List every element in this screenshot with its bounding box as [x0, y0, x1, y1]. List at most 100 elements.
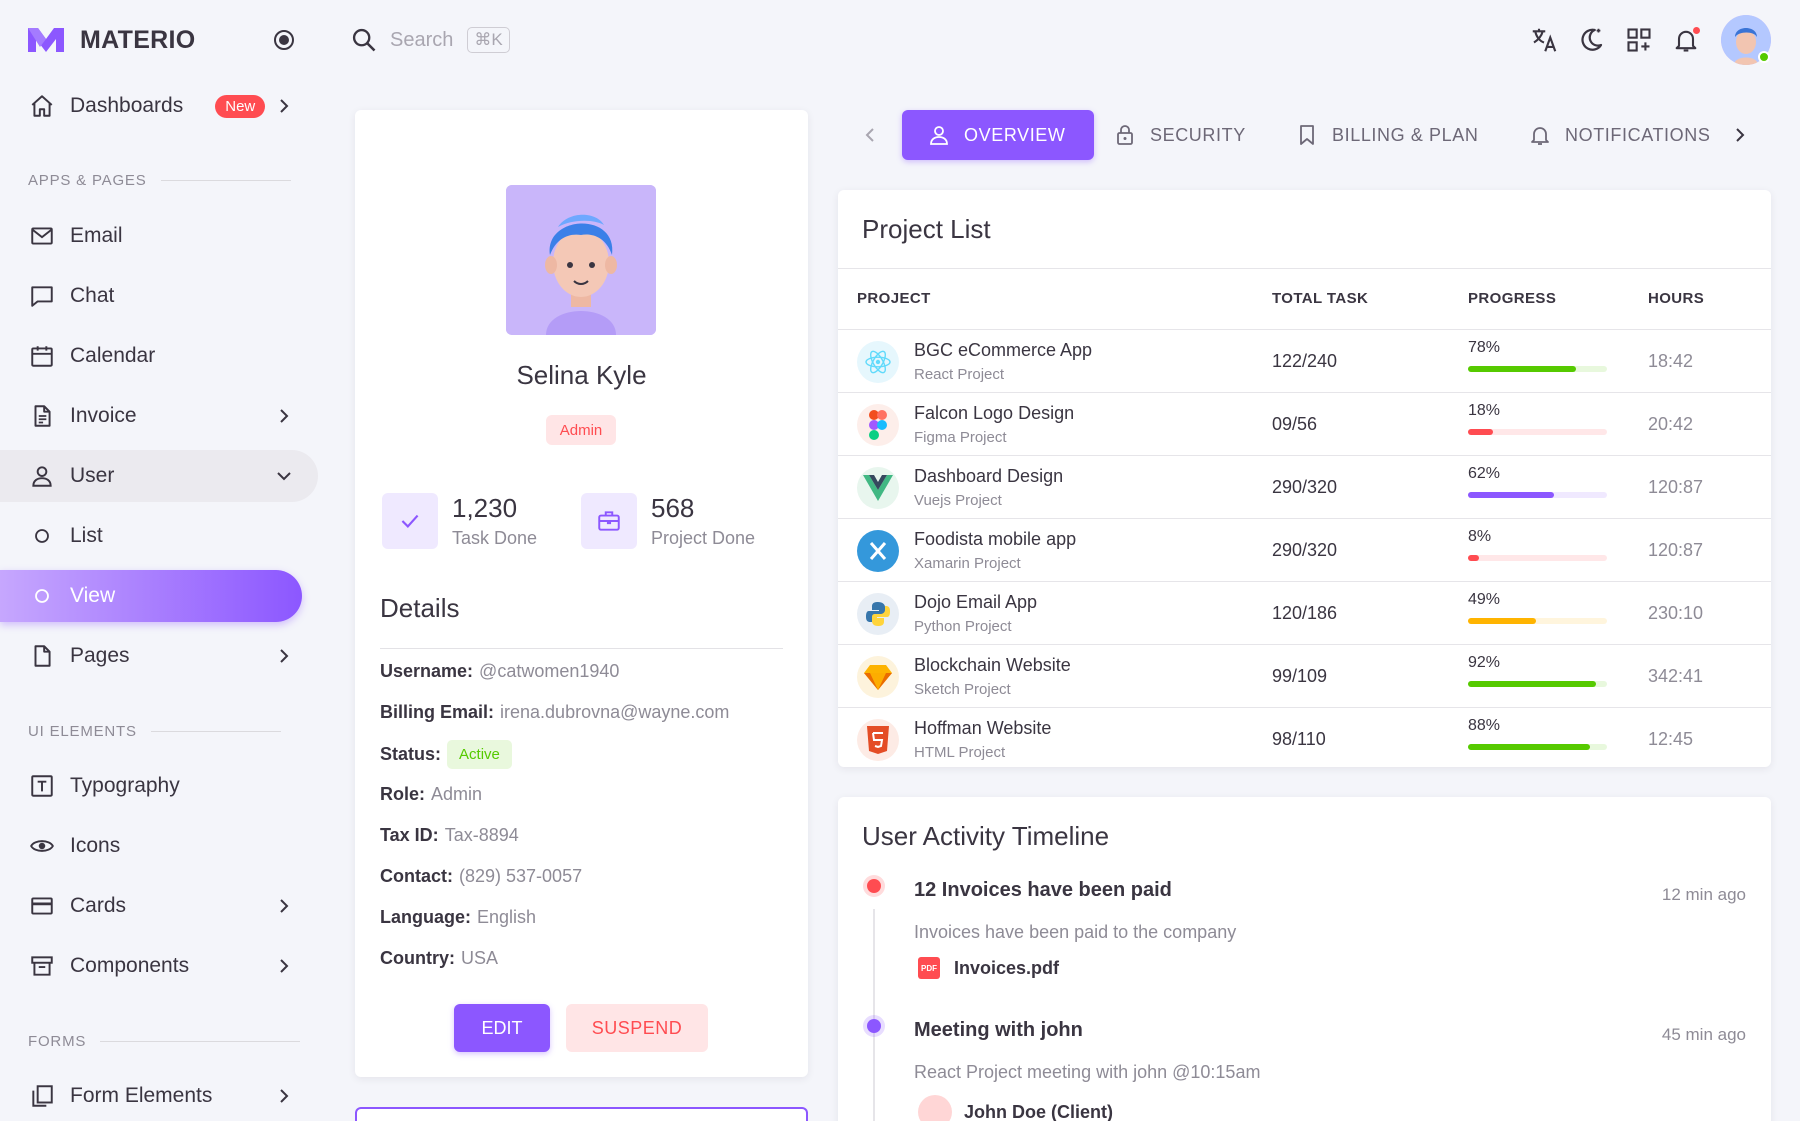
page-icon	[28, 642, 56, 670]
activity-timeline-card: User Activity Timeline 12 Invoices have …	[838, 797, 1771, 1121]
project-type: React Project	[914, 366, 1005, 383]
section-title-apps: APPS & PAGES	[28, 172, 291, 189]
file-text-icon	[28, 402, 56, 430]
sidebar-item-label: Calendar	[70, 344, 156, 367]
timeline-dot	[867, 879, 881, 893]
tab-notifications[interactable]: NOTIFICATIONS	[1527, 110, 1710, 160]
tab-overview[interactable]: OVERVIEW	[902, 110, 1094, 160]
chevron-right-icon	[280, 899, 289, 913]
brand-name: MATERIO	[80, 25, 196, 54]
timeline-event-title: Meeting with john	[914, 1019, 1083, 1041]
sidebar-item-label: List	[70, 524, 103, 547]
tabs-prev-icon[interactable]	[858, 123, 882, 147]
project-type: Xamarin Project	[914, 555, 1021, 572]
client-label: John Doe (Client)	[964, 1101, 1113, 1121]
project-name: Hoffman Website	[914, 718, 1052, 738]
sidebar-item-form-elements[interactable]: Form Elements	[0, 1070, 310, 1121]
tab-label: OVERVIEW	[964, 124, 1066, 145]
sidebar-item-pages[interactable]: Pages	[0, 630, 310, 682]
section-title-ui-elements: UI ELEMENTS	[28, 723, 281, 740]
vue-icon	[857, 467, 899, 509]
search-placeholder: Search	[390, 28, 454, 51]
progress-track	[1468, 492, 1607, 498]
table-row[interactable]: Falcon Logo Design Figma Project 09/56 18% 2…	[838, 393, 1771, 456]
pin-sidebar-icon[interactable]	[272, 28, 296, 52]
tab-billing-plan[interactable]: BILLING & PLAN	[1294, 110, 1478, 160]
sidebar-item-label: Form Elements	[70, 1084, 213, 1107]
sidebar-item-icons[interactable]: Icons	[0, 820, 310, 872]
progress-bar	[1468, 744, 1591, 750]
project-type: Figma Project	[914, 429, 1007, 446]
chevron-right-icon	[280, 409, 289, 423]
chevron-down-icon	[277, 472, 291, 481]
sidebar-item-label: Pages	[70, 644, 130, 667]
translate-icon[interactable]	[1528, 24, 1560, 56]
project-hours: 230:10	[1648, 603, 1704, 623]
sidebar-item-email[interactable]: Email	[0, 210, 310, 262]
timeline-event-description: Invoices have been paid to the company	[914, 922, 1237, 942]
detail-language: Language: English	[380, 907, 537, 927]
sidebar-item-chat[interactable]: Chat	[0, 270, 310, 322]
project-hours: 120:87	[1648, 477, 1704, 497]
table-row[interactable]: Dojo Email App Python Project 120/186 49% 23…	[838, 582, 1771, 645]
sidebar-item-view[interactable]: View	[0, 570, 302, 622]
project-type: Vuejs Project	[914, 492, 1002, 509]
attachment-invoices-pdf[interactable]: PDF Invoices.pdf	[918, 957, 1059, 979]
detail-status: Status: Active	[380, 740, 512, 769]
search-shortcut: ⌘K	[467, 27, 510, 53]
project-name: Dojo Email App	[914, 592, 1038, 612]
sidebar-item-components[interactable]: Components	[0, 940, 310, 992]
project-progress-label: 62%	[1468, 465, 1501, 482]
project-progress-label: 8%	[1468, 528, 1492, 545]
table-row[interactable]: BGC eCommerce App React Project 122/240 78%…	[838, 330, 1771, 393]
sidebar-item-calendar[interactable]: Calendar	[0, 330, 310, 382]
client-john-doe[interactable]: John Doe (Client)	[918, 1095, 1113, 1121]
project-name: Blockchain Website	[914, 655, 1071, 675]
home-icon	[28, 92, 56, 120]
table-row[interactable]: Hoffman Website HTML Project 98/110 88% 12:4…	[838, 708, 1771, 771]
table-row[interactable]: Dashboard Design Vuejs Project 290/320 62% 1…	[838, 456, 1771, 519]
detail-billing-email: Billing Email: irena.dubrovna@wayne.com	[380, 702, 730, 722]
online-status-dot	[1758, 51, 1770, 63]
progress-track	[1468, 555, 1607, 561]
chevron-right-icon	[280, 1089, 289, 1103]
sidebar-item-user[interactable]: User	[0, 450, 318, 502]
edit-button[interactable]: EDIT	[454, 1004, 550, 1052]
search-bar[interactable]: Search ⌘K	[350, 24, 510, 56]
sidebar-item-typography[interactable]: Typography	[0, 760, 310, 812]
archive-icon	[28, 952, 56, 980]
stat-label: Task Done	[452, 528, 538, 548]
pdf-icon: PDF	[918, 957, 940, 979]
sidebar-item-dashboards[interactable]: Dashboards New	[0, 80, 310, 132]
sidebar-item-invoice[interactable]: Invoice	[0, 390, 310, 442]
project-type: HTML Project	[914, 744, 1006, 761]
progress-bar	[1468, 555, 1480, 561]
table-row[interactable]: Blockchain Website Sketch Project 99/109 92…	[838, 645, 1771, 708]
table-header: PROJECT TOTAL TASK PROGRESS HOURS	[838, 268, 1771, 330]
moon-star-icon[interactable]	[1575, 24, 1607, 56]
tab-security[interactable]: SECURITY	[1112, 110, 1246, 160]
apps-grid-icon[interactable]	[1623, 24, 1655, 56]
project-name: Dashboard Design	[914, 466, 1064, 486]
project-progress-label: 78%	[1468, 339, 1501, 356]
check-icon	[382, 493, 438, 549]
table-row[interactable]: Foodista mobile app Xamarin Project 290/32…	[838, 519, 1771, 582]
sidebar-item-label: Typography	[70, 774, 180, 797]
project-name: BGC eCommerce App	[914, 340, 1093, 360]
brand[interactable]: MATERIO	[26, 22, 196, 58]
circle-icon	[28, 582, 56, 610]
card-icon	[28, 892, 56, 920]
sidebar-item-list[interactable]: List	[0, 510, 310, 562]
sidebar-item-label: User	[70, 464, 115, 487]
bell-icon[interactable]	[1670, 24, 1702, 56]
project-hours: 18:42	[1648, 351, 1694, 371]
project-hours: 12:45	[1648, 729, 1694, 749]
tabs-next-icon[interactable]	[1728, 123, 1752, 147]
suspend-button[interactable]: SUSPEND	[566, 1004, 708, 1052]
project-hours: 120:87	[1648, 540, 1704, 560]
project-list-card: Project List PROJECT TOTAL TASK PROGRESS…	[838, 190, 1771, 767]
sidebar-item-cards[interactable]: Cards	[0, 880, 310, 932]
progress-bar	[1468, 429, 1494, 435]
progress-track	[1468, 618, 1607, 624]
card-title: User Activity Timeline	[862, 821, 1110, 851]
